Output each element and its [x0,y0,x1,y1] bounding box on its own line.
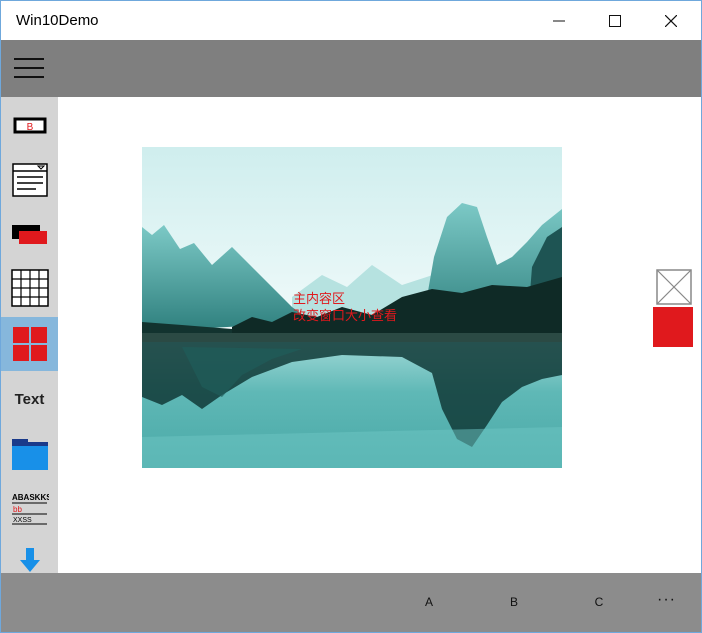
more-options-button[interactable]: ··· [657,591,676,609]
sidebar-item-folder[interactable] [1,427,58,481]
command-button-a[interactable]: A [409,595,449,609]
sidebar-item-text[interactable]: Text [1,372,58,426]
sidebar-item-tiles[interactable] [1,317,58,371]
folder-icon [11,439,48,470]
main-content: 主内容区 改变窗口大小查看 [58,97,701,573]
button-glyph-text: B [26,122,33,133]
command-button-c[interactable]: C [579,595,619,609]
command-button-b[interactable]: B [494,595,534,609]
combobox-control-icon [11,163,48,197]
minimize-icon [553,20,565,21]
tiles-icon [12,327,47,361]
close-button[interactable] [643,1,699,40]
svg-text:bb: bb [13,505,22,514]
app-window: Win10Demo B Text ABASKKS bb XXSS 主内容区 改变… [0,0,702,633]
minimize-button[interactable] [531,1,587,40]
svg-text:ABASKKS: ABASKKS [12,493,49,502]
maximize-button[interactable] [587,1,643,40]
rich-text-icon: ABASKKS bb XXSS [11,493,49,525]
caption-line-1: 主内容区 [293,291,346,306]
sidebar-item-button[interactable]: B [1,99,58,153]
app-header [1,40,701,97]
window-title: Win10Demo [16,12,99,29]
title-bar: Win10Demo [1,1,701,40]
sidebar-item-download[interactable] [1,537,58,573]
svg-text:XXSS: XXSS [13,517,32,524]
sidebar-item-richtext[interactable]: ABASKKS bb XXSS [1,481,58,535]
broken-image-icon[interactable] [656,269,692,305]
sidebar-nav: B Text ABASKKS bb XXSS [1,97,58,573]
command-bar: A B C ··· [1,573,701,632]
sidebar-item-panels[interactable] [1,207,58,261]
button-control-icon: B [13,117,46,134]
close-icon [665,14,677,27]
red-square-icon[interactable] [653,307,693,347]
caption-line-2: 改变窗口大小查看 [293,308,398,323]
sidebar-item-combobox[interactable] [1,153,58,207]
side-icon-group [653,269,695,347]
hamburger-menu-icon[interactable] [14,58,46,80]
sidebar-item-text-label: Text [14,390,45,408]
download-icon [19,548,40,572]
maximize-icon [609,14,621,27]
overlapping-panels-icon [11,225,47,244]
sidebar-item-grid[interactable] [1,261,58,315]
main-content-caption: 主内容区 改变窗口大小查看 [293,290,397,324]
grid-control-icon [10,269,49,307]
